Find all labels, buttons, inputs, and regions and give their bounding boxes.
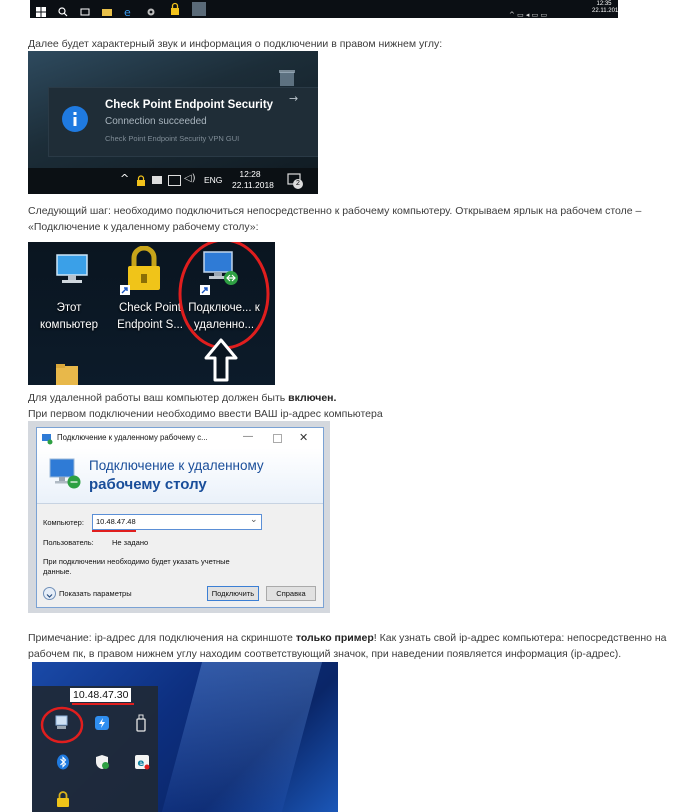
taskbar-time: 12:28: [239, 169, 261, 179]
paragraph-sound-info: Далее будет характерный звук и информаци…: [28, 38, 443, 50]
computer-icon[interactable]: [54, 252, 90, 288]
paragraph-note-bold: только пример: [295, 632, 374, 644]
light-ray: [161, 662, 323, 812]
tray-icons: ^ ▭ ◂ ▭ ▭: [509, 5, 569, 18]
tray-screenshot: 10.48.47.30 e: [32, 662, 338, 812]
red-underline: [72, 703, 134, 705]
shortcut-arrow-icon: [120, 282, 130, 295]
toast-source: Check Point Endpoint Security VPN GUI: [105, 134, 240, 143]
taskbar-time: 12:35: [596, 1, 612, 7]
task-view-icon: [80, 4, 90, 16]
credentials-note: При подключении необходимо будет указать…: [43, 557, 230, 576]
computer-input-value: 10.48.47.48: [96, 517, 136, 526]
up-arrow-icon: [204, 338, 238, 382]
svg-text:e: e: [124, 7, 131, 17]
edge-icon: e: [124, 4, 134, 18]
dropbox-sync-icon[interactable]: [94, 715, 110, 731]
security-shield-icon[interactable]: [94, 754, 110, 770]
red-underline: [92, 530, 136, 532]
help-button[interactable]: Справка: [266, 586, 316, 601]
search-icon: [58, 4, 68, 17]
taskbar-screenshot: e ^ ▭ ◂ ▭ ▭ 12:35 22.11.2018: [30, 0, 618, 18]
dialog-heading-line1: Подключение к удаленному: [89, 458, 264, 473]
computer-icon-label: Этот компьютер: [40, 302, 98, 331]
paragraph-computer-on-bold: включен.: [288, 392, 337, 404]
rdp-taskbar-icon: [192, 2, 206, 16]
connect-button[interactable]: Подключить: [207, 586, 259, 601]
rdp-dialog-screenshot: Подключение к удаленному рабочему с... —…: [28, 421, 330, 613]
toast-dismiss-arrow-icon[interactable]: →: [289, 92, 298, 105]
lock-icon[interactable]: [56, 790, 70, 808]
show-params-link[interactable]: Показать параметры: [59, 589, 132, 598]
window-title: Подключение к удаленному рабочему с...: [57, 433, 208, 442]
minimize-button[interactable]: —: [243, 431, 253, 442]
close-button[interactable]: ✕: [299, 431, 308, 444]
dialog-heading-line2: рабочему столу: [89, 476, 207, 493]
taskbar: ^ ◁) ENG 12:28 22.11.2018 2: [28, 168, 318, 194]
computer-label: Компьютер:: [43, 518, 84, 527]
rdp-dialog-window: Подключение к удаленному рабочему с... —…: [36, 427, 324, 608]
settings-icon: [146, 4, 156, 16]
language-indicator[interactable]: ENG: [204, 175, 222, 185]
taskbar-clock: 12:35 22.11.2018: [592, 1, 618, 15]
desktop-icons-screenshot: Этот компьютер Check Point Endpoint S...…: [28, 242, 275, 385]
computer-input[interactable]: 10.48.47.48 ⌄: [92, 514, 262, 530]
paragraph-next-step: Следующий шаг: необходимо подключиться н…: [28, 205, 642, 233]
paragraph-enter-ip: При первом подключении необходимо ввести…: [28, 408, 383, 420]
chevron-down-icon[interactable]: ⌄: [250, 515, 258, 525]
user-value: Не задано: [112, 538, 149, 547]
ip-tooltip: 10.48.47.30: [70, 688, 132, 702]
file-explorer-icon: [102, 4, 112, 16]
battery-icon[interactable]: [152, 176, 162, 184]
paragraph-computer-on-text: Для удаленной работы ваш компьютер долже…: [28, 392, 289, 404]
expand-chevron-icon[interactable]: [43, 587, 56, 600]
info-icon: [62, 106, 88, 132]
title-bar: Подключение к удаленному рабочему с... —…: [37, 428, 323, 448]
svg-text:e: e: [138, 758, 145, 769]
maximize-button[interactable]: [273, 434, 282, 443]
toast-notification[interactable]: Check Point Endpoint Security Connection…: [48, 87, 318, 157]
bluetooth-icon[interactable]: [56, 754, 70, 770]
toast-title: Check Point Endpoint Security: [105, 99, 274, 111]
rdp-app-icon: [41, 432, 53, 445]
taskbar-clock[interactable]: 12:28 22.11.2018: [232, 169, 274, 191]
network-computer-icon[interactable]: [54, 715, 70, 731]
toast-status: Connection succeeded: [105, 116, 207, 127]
usb-drive-icon[interactable]: [134, 714, 148, 732]
taskbar-date: 22.11.2018: [232, 180, 274, 190]
paragraph-note-text-a: Примечание: ip-адрес для подключения на …: [28, 632, 296, 644]
toast-screenshot: Check Point Endpoint Security Connection…: [28, 51, 318, 194]
dialog-banner: Подключение к удаленному рабочему столу: [37, 448, 323, 504]
notification-center-icon[interactable]: 2: [286, 172, 303, 189]
recycle-bin-icon: [276, 69, 298, 87]
volume-icon[interactable]: ◁): [184, 173, 196, 184]
folder-icon[interactable]: [56, 362, 78, 385]
checkpoint-lock-icon[interactable]: [124, 245, 164, 292]
notification-count-badge: 2: [293, 179, 303, 189]
svg-text:^ ▭ ◂ ▭ ▭: ^ ▭ ◂ ▭ ▭: [509, 11, 547, 18]
chevron-up-icon[interactable]: ^: [120, 172, 129, 185]
remote-desktop-icon: [47, 456, 83, 492]
paragraph-note: Примечание: ip-адрес для подключения на …: [28, 630, 668, 662]
network-icon[interactable]: [168, 175, 181, 186]
eset-antivirus-icon[interactable]: e: [134, 754, 150, 770]
user-label: Пользователь:: [43, 538, 94, 547]
lock-icon: [170, 2, 180, 16]
paragraph-computer-on: Для удаленной работы ваш компьютер долже…: [28, 390, 336, 406]
windows-start-icon: [36, 4, 46, 17]
lock-icon[interactable]: [136, 174, 146, 186]
taskbar-date: 22.11.2018: [592, 8, 618, 14]
